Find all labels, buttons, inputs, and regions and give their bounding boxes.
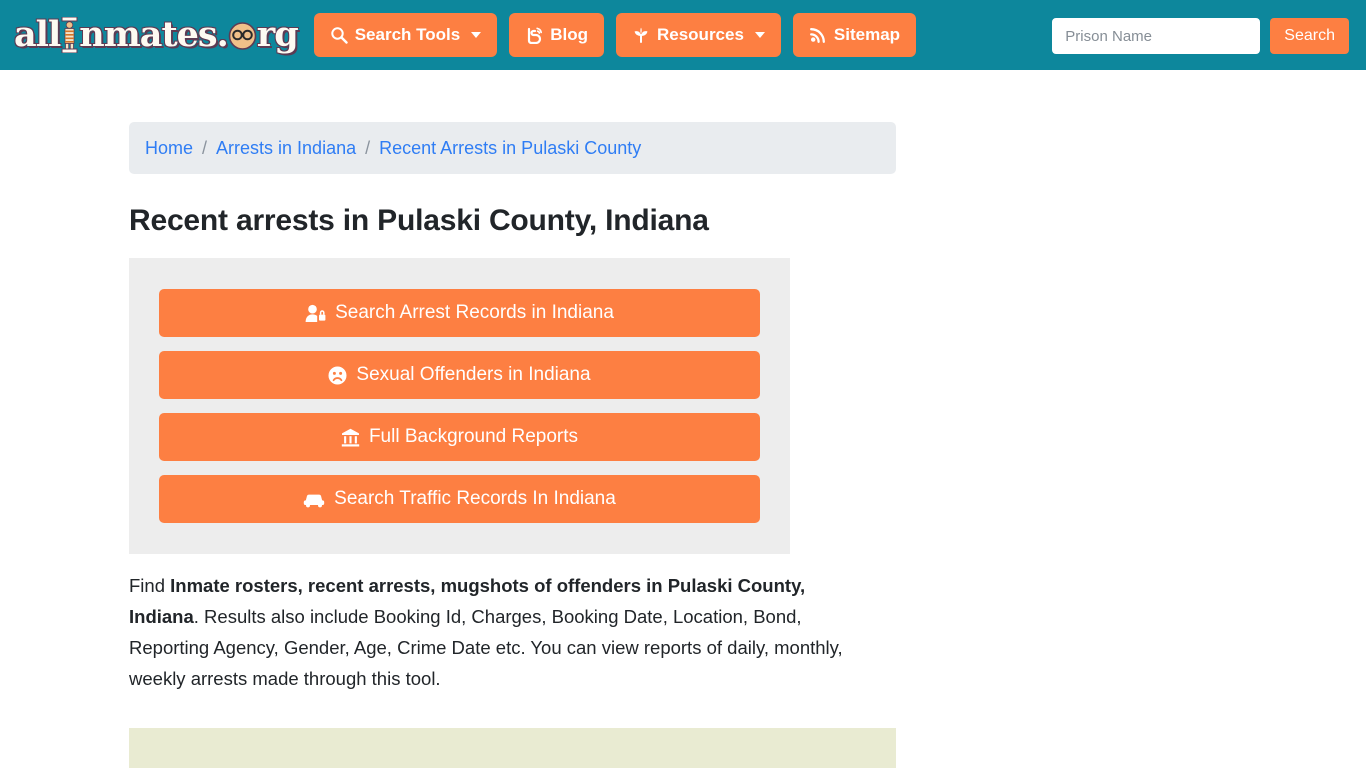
breadcrumb-separator: / <box>202 137 208 158</box>
car-icon <box>303 491 325 508</box>
site-header: all nmates. rg Search Tools Blog Resourc… <box>0 0 1366 70</box>
breadcrumb-separator: / <box>365 137 371 158</box>
action-buttons-panel: Search Arrest Records in Indiana Sexual … <box>129 258 790 554</box>
leaf-icon <box>632 26 650 44</box>
nav-sitemap-button[interactable]: Sitemap <box>792 13 917 57</box>
sexual-offenders-label: Sexual Offenders in Indiana <box>356 364 591 385</box>
search-submit-button[interactable]: Search <box>1270 18 1349 54</box>
nav-resources-label: Resources <box>656 25 744 44</box>
sexual-offenders-button[interactable]: Sexual Offenders in Indiana <box>159 351 760 399</box>
breadcrumb-item-arrests-in-indiana[interactable]: Arrests in Indiana <box>216 138 356 159</box>
search-arrest-records-label: Search Arrest Records in Indiana <box>335 302 614 323</box>
prisoner-figure-icon <box>59 17 80 53</box>
nav-blog-button[interactable]: Blog <box>509 13 604 57</box>
logo-text-nmates: nmates <box>79 14 217 55</box>
user-lock-icon <box>305 304 326 323</box>
search-icon <box>330 26 348 44</box>
page-title: Recent arrests in Pulaski County, Indian… <box>129 204 709 237</box>
breadcrumb-item-home[interactable]: Home <box>145 138 193 159</box>
frowning-face-icon <box>328 366 347 385</box>
intro-paragraph: Find Inmate rosters, recent arrests, mug… <box>129 570 874 694</box>
nav-search-tools-label: Search Tools <box>354 25 461 44</box>
intro-lead: Find <box>129 575 171 596</box>
search-traffic-records-label: Search Traffic Records In Indiana <box>334 488 616 509</box>
primary-nav: Search Tools Blog Resources Sitemap <box>313 13 917 57</box>
landmark-icon <box>341 428 360 447</box>
handcuff-face-svg <box>228 22 257 50</box>
nav-sitemap-label: Sitemap <box>833 25 901 44</box>
search-records-section: Search Arrest Records of Pulaski County,… <box>129 728 896 768</box>
intro-rest: . Results also include Booking Id, Charg… <box>129 606 843 689</box>
search-input[interactable] <box>1052 18 1261 54</box>
search-arrest-records-button[interactable]: Search Arrest Records in Indiana <box>159 289 760 337</box>
breadcrumb: Home / Arrests in Indiana / Recent Arres… <box>129 122 896 174</box>
header-search: Search <box>1052 18 1349 54</box>
prisoner-svg <box>61 17 78 53</box>
nav-blog-label: Blog <box>550 25 588 44</box>
content-column: Home / Arrests in Indiana / Recent Arres… <box>129 122 896 768</box>
logo-text-all: all <box>14 14 61 55</box>
site-logo[interactable]: all nmates. rg <box>14 13 299 57</box>
handcuff-face-icon <box>227 21 258 51</box>
chevron-down-icon <box>471 32 482 38</box>
nav-search-tools-button[interactable]: Search Tools <box>313 13 498 57</box>
logo-wordmark: all nmates. rg <box>14 14 299 55</box>
chevron-down-icon <box>754 32 765 38</box>
full-background-reports-label: Full Background Reports <box>368 426 579 447</box>
logo-text-rg: rg <box>256 14 299 55</box>
breadcrumb-item-current[interactable]: Recent Arrests in Pulaski County <box>379 138 641 159</box>
page-body: Home / Arrests in Indiana / Recent Arres… <box>0 70 1366 768</box>
nav-resources-button[interactable]: Resources <box>615 13 781 57</box>
full-background-reports-button[interactable]: Full Background Reports <box>159 413 760 461</box>
blogger-icon <box>525 26 543 44</box>
rss-icon <box>809 26 827 44</box>
search-traffic-records-button[interactable]: Search Traffic Records In Indiana <box>159 475 760 523</box>
